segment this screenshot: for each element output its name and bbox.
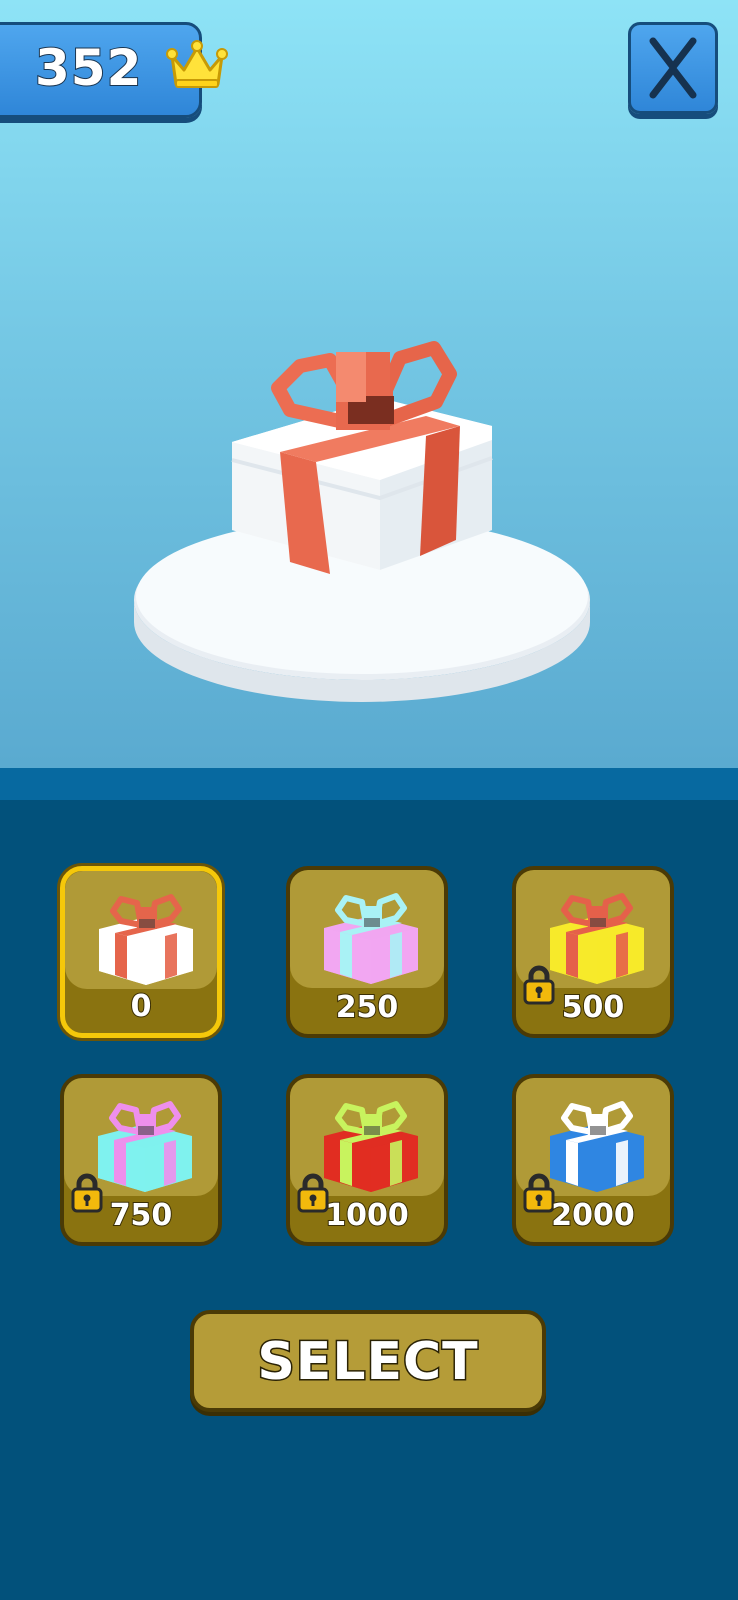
gift-box-icon (550, 1101, 644, 1192)
gift-price: 250 (335, 989, 400, 1026)
select-button-label: SELECT (256, 1331, 479, 1394)
close-x-icon (649, 37, 697, 99)
gift-box-icon (324, 893, 418, 984)
gift-tile[interactable]: 750 (60, 1074, 222, 1246)
gift-tile[interactable]: 500 (512, 866, 674, 1038)
gift-box-icon (550, 893, 644, 984)
crown-icon (166, 40, 228, 88)
gift-tile[interactable]: 0 (60, 866, 222, 1038)
select-button[interactable]: SELECT (190, 1310, 546, 1412)
gift-price: 750 (109, 1197, 174, 1234)
coin-count: 352 (34, 38, 143, 98)
gift-tile[interactable]: 2000 (512, 1074, 674, 1246)
gift-box-icon (98, 1101, 192, 1192)
gift-tile[interactable]: 1000 (286, 1074, 448, 1246)
gift-price: 2000 (550, 1197, 636, 1234)
gift-box-icon (99, 894, 193, 985)
gift-price: 500 (561, 989, 626, 1026)
gift-tile[interactable]: 250 (286, 866, 448, 1038)
close-button[interactable] (628, 22, 718, 114)
panel-divider (0, 768, 738, 800)
gift-box-icon (324, 1101, 418, 1192)
selected-gift-preview (134, 341, 590, 702)
gift-shop-screen: 352 0 250 500 750 1000 2000 SELECT (0, 0, 738, 1600)
gift-price: 1000 (324, 1197, 410, 1234)
gift-price: 0 (130, 988, 153, 1025)
